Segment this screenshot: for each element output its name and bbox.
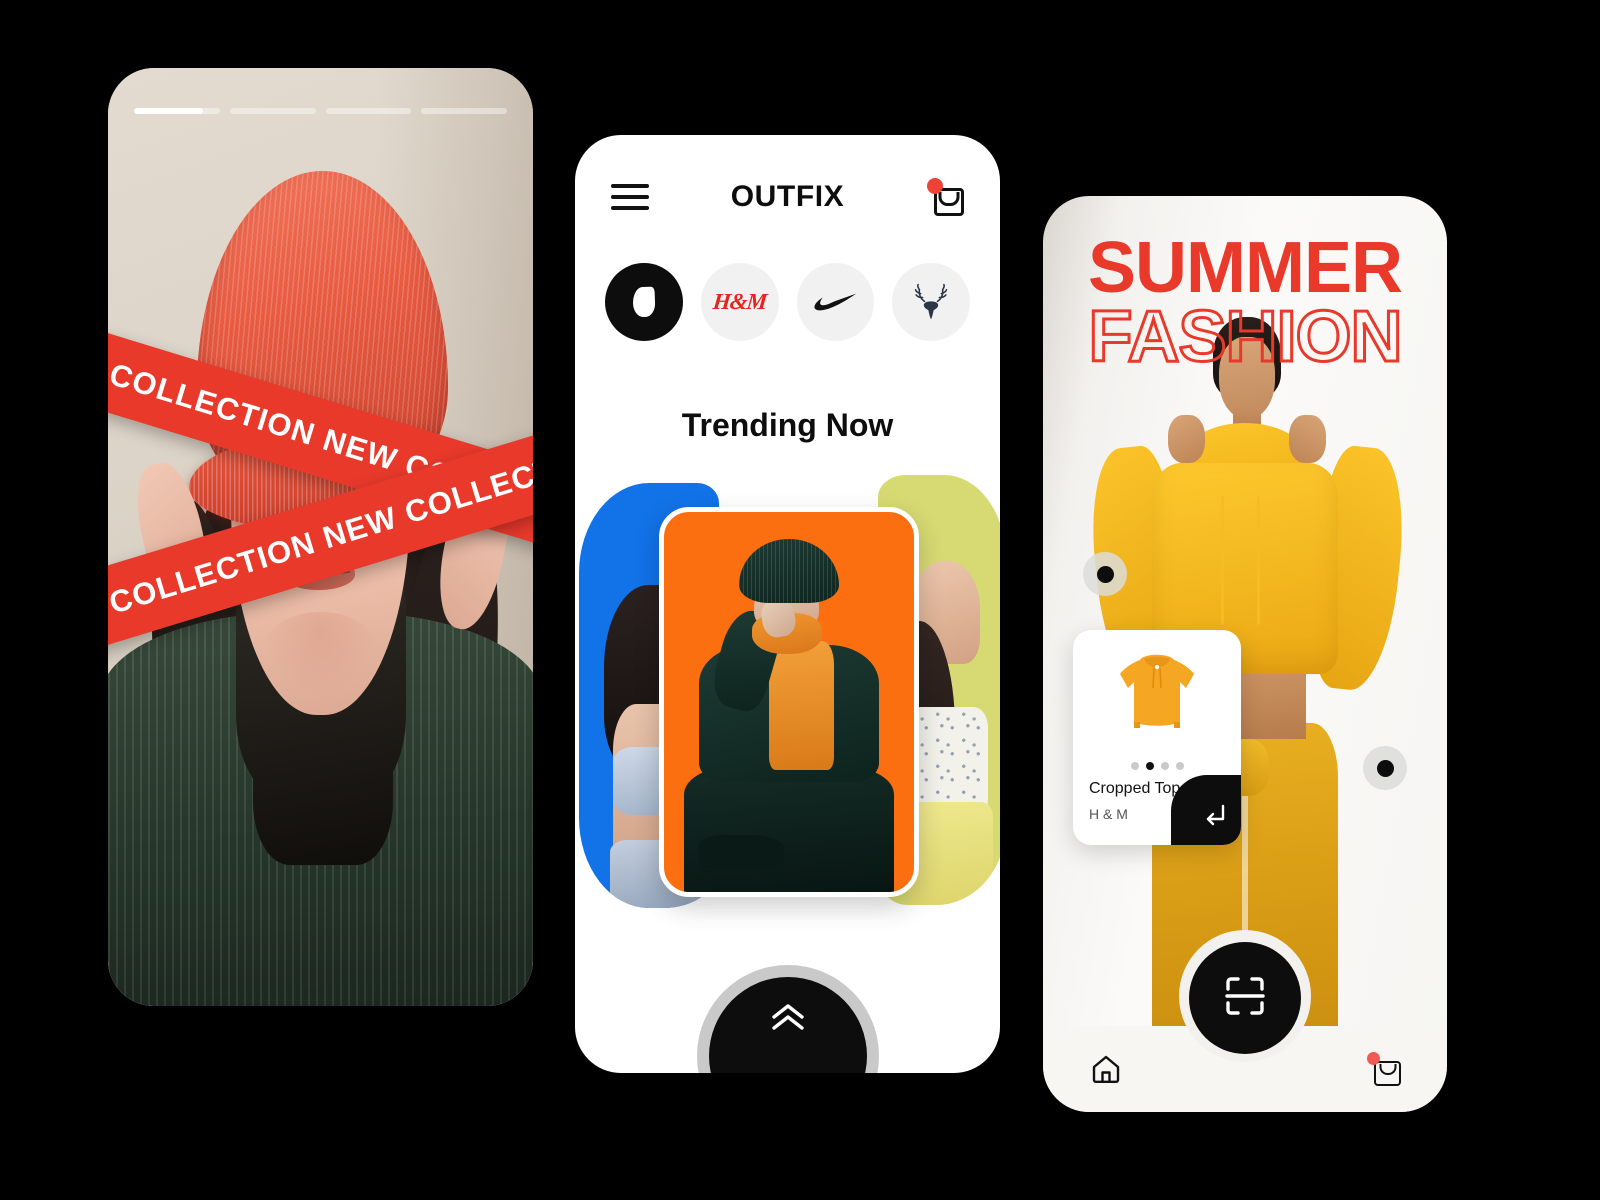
carousel-card-center[interactable] [659,507,919,897]
enter-arrow-icon [1201,803,1227,834]
pagination-dot-1[interactable] [1130,762,1139,770]
nav-bag-badge-dot [1367,1052,1380,1065]
hamburger-menu-icon[interactable] [611,184,649,210]
cropped-hoodie-illustration [1120,654,1194,728]
brand-chip-list: H&M [605,263,970,341]
model-chin-shadow [261,612,380,697]
phone-screen-summer: SUMMER FASHION Cropped Top H & M [1043,196,1447,1112]
hoodie-string-right [1257,495,1261,626]
summer-headline: SUMMER FASHION [1043,228,1447,378]
product-card[interactable]: Cropped Top H & M [1073,630,1241,845]
story-progress-bars[interactable] [134,108,507,114]
nike-swoosh-logo [813,292,857,312]
brand-chip-hm[interactable]: H&M [700,263,779,341]
product-pagination-dots[interactable] [1073,762,1241,770]
page-title: OUTFIX [730,180,845,213]
product-name: Cropped Top [1089,780,1181,797]
nav-shopping-bag-button[interactable] [1367,1052,1401,1086]
stag-head-logo [910,282,952,322]
hm-logo: H&M [711,289,768,314]
phone-screen-story: NEW COLLECTION NEW COLLECTION NEW COLLEC… [108,68,533,1006]
pagination-dot-3[interactable] [1160,762,1169,770]
center-model-beanie [739,538,839,604]
phone-screen-home: OUTFIX H&M Trending Now [575,135,1000,1073]
story-progress-3[interactable] [325,108,412,114]
product-action-button[interactable] [1171,775,1241,845]
model-hand-left [1168,414,1205,464]
nav-shopping-bag-icon [1374,1061,1401,1086]
home-icon[interactable] [1089,1052,1123,1086]
double-chevron-up-icon [768,1003,808,1033]
hoodie-string-left [1220,495,1224,626]
product-image [1073,640,1241,758]
story-progress-2[interactable] [229,108,316,114]
pagination-dot-4[interactable] [1175,762,1184,770]
flame-icon [632,286,656,318]
section-title-trending: Trending Now [681,407,894,443]
prev-handle[interactable] [1083,552,1127,596]
mockup-stage: NEW COLLECTION NEW COLLECTION NEW COLLEC… [0,0,1600,1200]
trending-carousel[interactable] [575,475,1000,915]
next-handle[interactable] [1363,746,1407,790]
scan-button[interactable] [1189,942,1301,1054]
headline-fashion: FASHION [1087,297,1404,378]
model-hand-right [1289,414,1326,464]
story-progress-1[interactable] [134,108,220,114]
right-model-pants [908,801,994,905]
center-model-shirt [769,641,834,771]
center-model-shoe [699,835,784,870]
center-model-legs [684,766,894,892]
brand-chip-nike[interactable] [796,263,875,341]
headline-summer: SUMMER [1088,228,1403,308]
brand-chip-trending[interactable] [605,263,683,341]
story-progress-4[interactable] [421,108,507,114]
shopping-bag-button[interactable] [926,178,964,216]
pagination-dot-2[interactable] [1145,762,1154,770]
bag-badge-dot [927,178,943,194]
product-brand: H & M [1089,806,1128,822]
scan-icon [1222,973,1268,1024]
brand-chip-stag[interactable] [892,263,970,341]
home-header: OUTFIX [575,173,1000,221]
